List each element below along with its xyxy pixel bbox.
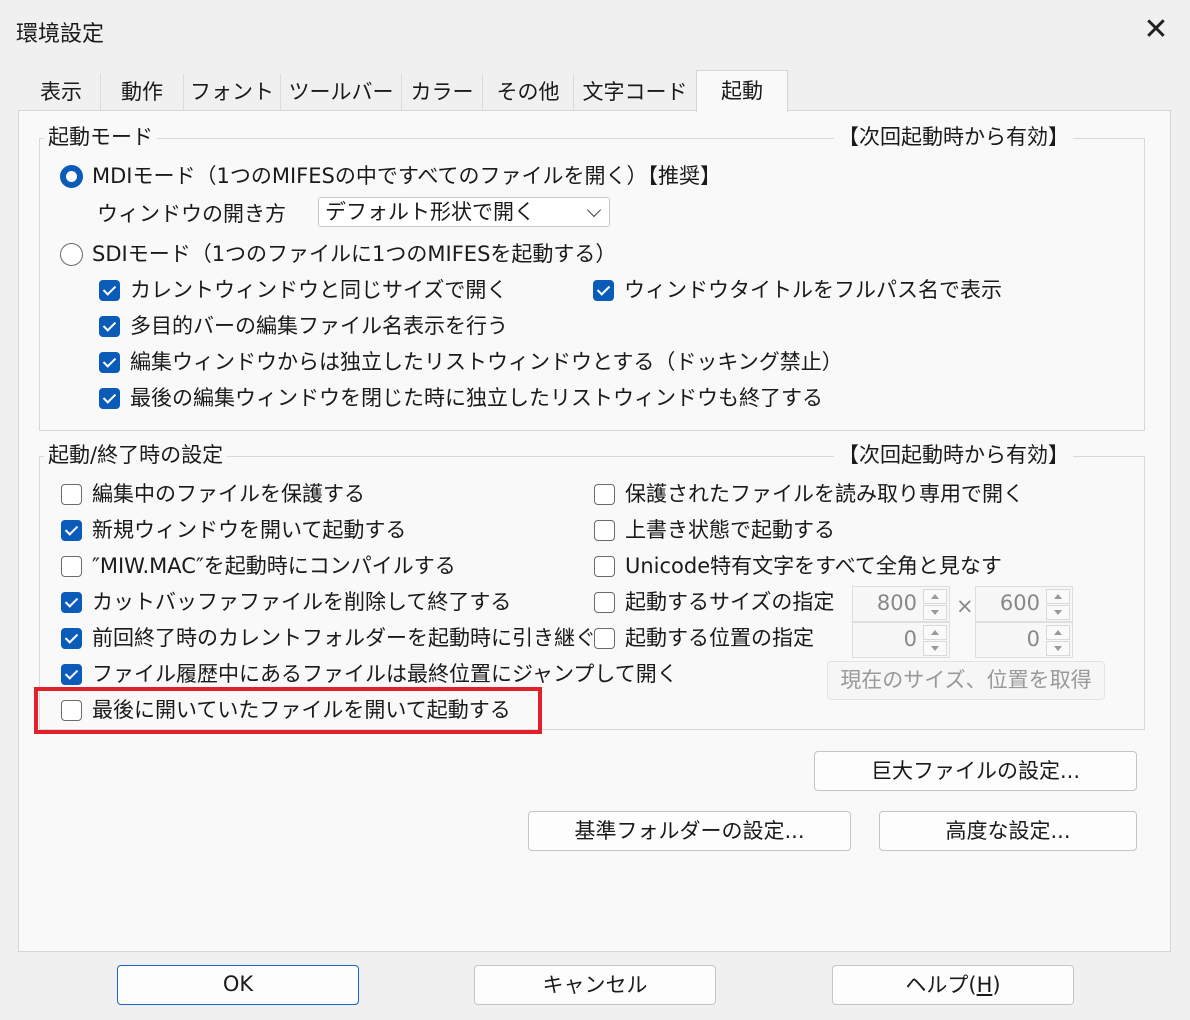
- same-size-label: カレントウィンドウと同じサイズで開く: [130, 278, 508, 302]
- window-open-label: ウィンドウの開き方: [97, 202, 286, 226]
- tab-display[interactable]: 表示: [22, 74, 101, 110]
- mdi-mode-label: MDIモード（1つのMIFESの中ですべてのファイルを開く）【推奨】: [92, 164, 722, 188]
- multibar-label: 多目的バーの編集ファイル名表示を行う: [130, 314, 508, 338]
- close-list-label: 最後の編集ウィンドウを閉じた時に独立したリストウィンドウも終了する: [130, 386, 823, 410]
- height-down-arrow-icon[interactable]: [1046, 605, 1070, 620]
- pos-y-up-arrow-icon[interactable]: [1046, 625, 1070, 640]
- startup-exit-title: 起動/終了時の設定: [44, 442, 228, 468]
- tab-font[interactable]: フォント: [184, 74, 281, 110]
- title-bar: [0, 0, 1190, 62]
- tab-other[interactable]: その他: [483, 74, 574, 110]
- readonly-protected-label: 保護されたファイルを読み取り専用で開く: [625, 482, 1024, 506]
- pos-x-value: 0: [903, 627, 917, 651]
- readonly-protected-checkbox[interactable]: [594, 484, 615, 505]
- ok-button[interactable]: OK: [117, 965, 359, 1005]
- fullpath-title-label: ウィンドウタイトルをフルパス名で表示: [624, 278, 1002, 302]
- size-spec-checkbox[interactable]: [594, 592, 615, 613]
- same-size-checkbox[interactable]: [99, 280, 120, 301]
- window-open-value: デフォルト形状で開く: [325, 200, 535, 224]
- compile-mac-label: ″MIW.MAC″を起動時にコンパイルする: [92, 554, 456, 578]
- new-window-checkbox[interactable]: [61, 520, 82, 541]
- pos-x-down-arrow-icon[interactable]: [923, 641, 947, 656]
- window-open-select[interactable]: デフォルト形状で開く: [318, 197, 610, 227]
- inherit-folder-label: 前回終了時のカレントフォルダーを起動時に引き継ぐ: [92, 626, 596, 650]
- tab-encoding[interactable]: 文字コード: [574, 74, 697, 110]
- multibar-checkbox[interactable]: [99, 316, 120, 337]
- help-accelerator: H: [976, 973, 993, 997]
- sdi-mode-label: SDIモード（1つのファイルに1つのMIFESを起動する）: [92, 242, 617, 266]
- jump-last-pos-checkbox[interactable]: [61, 664, 82, 685]
- new-window-label: 新規ウィンドウを開いて起動する: [92, 518, 407, 542]
- unicode-fullwidth-label: Unicode特有文字をすべて全角と見なす: [625, 554, 1002, 578]
- pos-y-value: 0: [1026, 627, 1040, 651]
- height-up-arrow-icon[interactable]: [1046, 589, 1070, 604]
- huge-file-button[interactable]: 巨大ファイルの設定...: [814, 751, 1137, 791]
- width-spinner[interactable]: 800: [852, 586, 950, 622]
- highlight-box: [34, 687, 542, 734]
- fullpath-title-checkbox[interactable]: [593, 280, 614, 301]
- close-icon[interactable]: ✕: [1140, 14, 1172, 46]
- cancel-button[interactable]: キャンセル: [474, 965, 716, 1005]
- list-window-label: 編集ウィンドウからは独立したリストウィンドウとする（ドッキング禁止）: [130, 350, 843, 374]
- startup-exit-note: 【次回起動時から有効】: [834, 442, 1073, 468]
- window-title: 環境設定: [16, 22, 105, 47]
- unicode-fullwidth-checkbox[interactable]: [594, 556, 615, 577]
- protect-editing-checkbox[interactable]: [61, 484, 82, 505]
- width-down-arrow-icon[interactable]: [923, 605, 947, 620]
- pos-y-spinner[interactable]: 0: [975, 622, 1073, 658]
- pos-x-spinner[interactable]: 0: [852, 622, 950, 658]
- width-value: 800: [876, 591, 917, 615]
- delete-cut-buffer-checkbox[interactable]: [61, 592, 82, 613]
- inherit-folder-checkbox[interactable]: [61, 628, 82, 649]
- compile-mac-checkbox[interactable]: [61, 556, 82, 577]
- tab-startup[interactable]: 起動: [696, 70, 788, 112]
- size-spec-label: 起動するサイズの指定: [625, 590, 835, 614]
- protect-editing-label: 編集中のファイルを保護する: [92, 482, 365, 506]
- chevron-down-icon: [586, 202, 602, 218]
- help-button[interactable]: ヘルプ(H): [832, 965, 1074, 1005]
- overwrite-mode-label: 上書き状態で起動する: [625, 518, 835, 542]
- tab-behavior[interactable]: 動作: [101, 74, 184, 110]
- advanced-button[interactable]: 高度な設定...: [879, 811, 1137, 851]
- sdi-mode-radio[interactable]: [60, 243, 83, 266]
- pos-spec-label: 起動する位置の指定: [625, 626, 814, 650]
- height-spinner[interactable]: 600: [975, 586, 1073, 622]
- height-value: 600: [999, 591, 1040, 615]
- jump-last-pos-label: ファイル履歴中にあるファイルは最終位置にジャンプして開く: [92, 662, 678, 686]
- startup-mode-note: 【次回起動時から有効】: [834, 124, 1073, 150]
- base-folder-button[interactable]: 基準フォルダーの設定...: [528, 811, 851, 851]
- overwrite-mode-checkbox[interactable]: [594, 520, 615, 541]
- pos-spec-checkbox[interactable]: [594, 628, 615, 649]
- tab-toolbar[interactable]: ツールバー: [281, 74, 402, 110]
- startup-mode-title: 起動モード: [44, 124, 157, 150]
- mdi-mode-radio[interactable]: [60, 165, 83, 188]
- tab-color[interactable]: カラー: [402, 74, 483, 110]
- width-up-arrow-icon[interactable]: [923, 589, 947, 604]
- help-label-end: ): [992, 973, 1001, 997]
- help-label: ヘルプ(: [905, 973, 977, 997]
- times-sign: ×: [956, 594, 974, 618]
- pos-x-up-arrow-icon[interactable]: [923, 625, 947, 640]
- pos-y-down-arrow-icon[interactable]: [1046, 641, 1070, 656]
- close-list-checkbox[interactable]: [99, 388, 120, 409]
- get-current-button[interactable]: 現在のサイズ、位置を取得: [827, 661, 1105, 700]
- delete-cut-buffer-label: カットバッファファイルを削除して終了する: [92, 590, 512, 614]
- list-window-checkbox[interactable]: [99, 352, 120, 373]
